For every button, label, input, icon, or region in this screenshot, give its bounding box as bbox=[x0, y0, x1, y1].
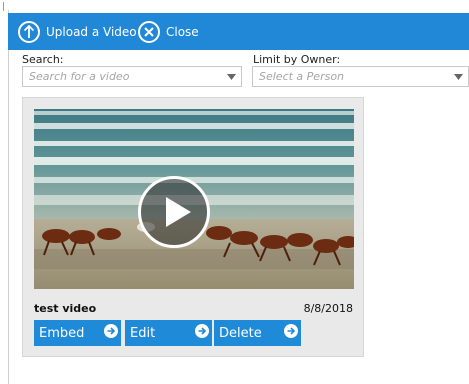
toolbar: Upload a Video Close bbox=[8, 13, 469, 50]
search-label: Search: bbox=[22, 53, 64, 66]
delete-button[interactable]: Delete bbox=[214, 320, 301, 346]
close-x-icon bbox=[138, 20, 160, 43]
embed-button[interactable]: Embed bbox=[34, 320, 121, 346]
search-input[interactable] bbox=[23, 67, 231, 86]
play-icon bbox=[166, 197, 191, 227]
arrow-right-circle-icon bbox=[284, 324, 298, 338]
upload-arrow-icon bbox=[18, 20, 40, 43]
arrow-right-circle-icon bbox=[104, 324, 118, 338]
search-combobox[interactable] bbox=[22, 66, 242, 87]
video-thumbnail[interactable] bbox=[34, 109, 354, 289]
delete-label: Delete bbox=[219, 325, 262, 341]
chevron-down-icon[interactable] bbox=[448, 67, 468, 86]
chevron-down-icon[interactable] bbox=[221, 67, 241, 86]
video-card: test video 8/8/2018 Embed Edit Delete bbox=[22, 97, 364, 357]
close-button[interactable]: Close bbox=[138, 13, 199, 50]
owner-input[interactable] bbox=[253, 67, 458, 86]
edit-label: Edit bbox=[130, 325, 156, 341]
video-title: test video bbox=[34, 302, 97, 315]
upload-video-button[interactable]: Upload a Video bbox=[18, 13, 137, 50]
edit-button[interactable]: Edit bbox=[125, 320, 212, 346]
play-button[interactable] bbox=[138, 176, 210, 248]
owner-label: Limit by Owner: bbox=[253, 53, 341, 66]
upload-video-label: Upload a Video bbox=[46, 24, 137, 39]
close-label: Close bbox=[166, 24, 199, 39]
embed-label: Embed bbox=[39, 325, 85, 341]
arrow-right-circle-icon bbox=[195, 324, 209, 338]
video-date: 8/8/2018 bbox=[303, 302, 353, 315]
owner-combobox[interactable] bbox=[252, 66, 469, 87]
